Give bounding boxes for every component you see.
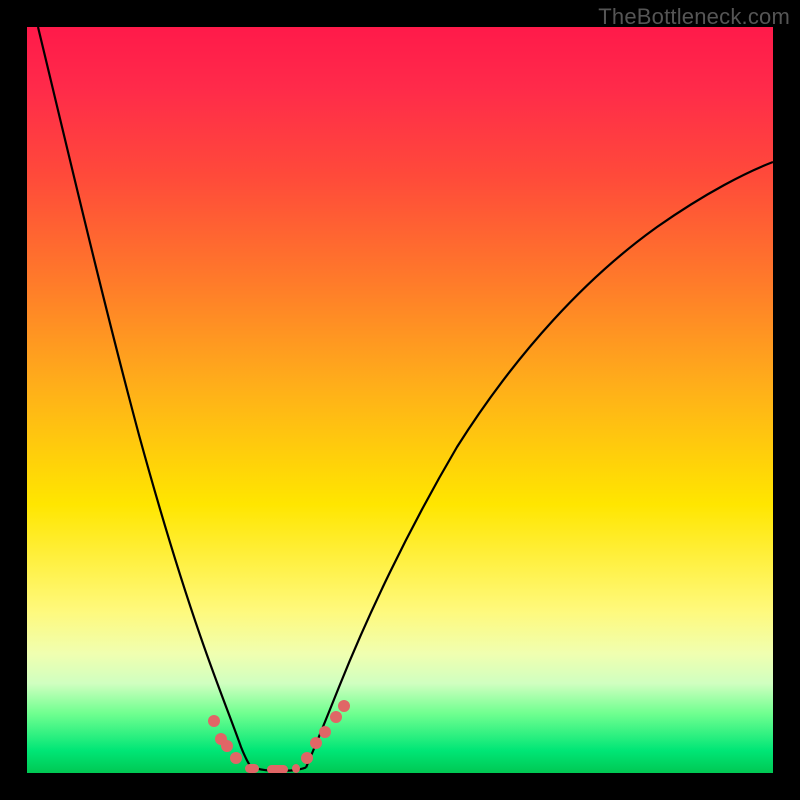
right-curve: [306, 162, 773, 768]
watermark-text: TheBottleneck.com: [598, 4, 790, 30]
left-dot: [230, 752, 242, 764]
floor-segment: [267, 765, 288, 773]
curve-group: [38, 27, 773, 771]
right-dot: [301, 752, 313, 764]
right-dot: [338, 700, 350, 712]
plot-area: [27, 27, 773, 773]
chart-svg: [27, 27, 773, 773]
left-dot: [221, 740, 233, 752]
floor-segment: [292, 764, 300, 773]
right-dot: [319, 726, 331, 738]
right-dot: [330, 711, 342, 723]
left-dot: [208, 715, 220, 727]
right-dot: [310, 737, 322, 749]
frame: TheBottleneck.com: [0, 0, 800, 800]
floor-segment: [245, 764, 259, 773]
left-curve: [38, 27, 251, 767]
